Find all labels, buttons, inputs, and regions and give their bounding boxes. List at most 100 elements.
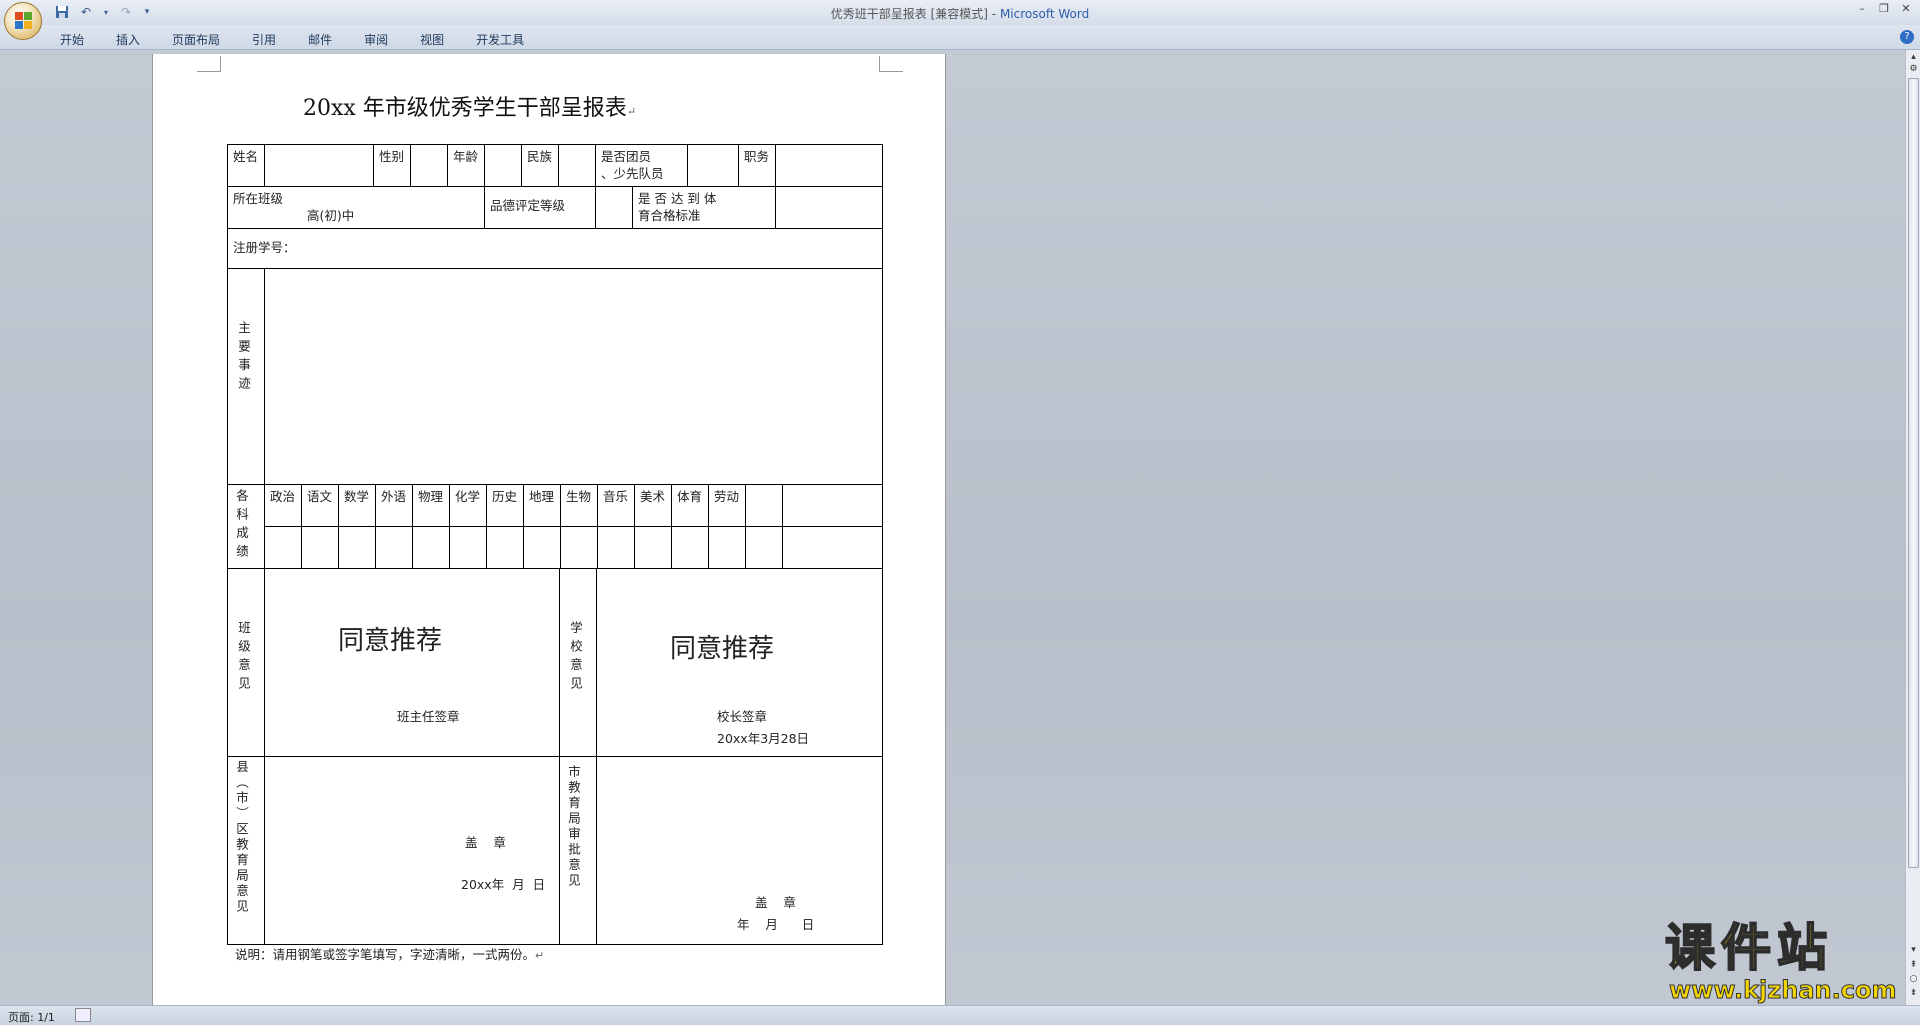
grade-value-cell[interactable] [375, 526, 413, 569]
name-label-cell: 姓名 [227, 144, 265, 187]
watermark-text: 课件站 [1664, 919, 1833, 977]
paragraph-mark: ↵ [626, 105, 637, 118]
school-opinion-cell[interactable]: 同意推荐 校长签章 20xx年3月28日 [596, 568, 883, 757]
registration-label: 注册学号： [233, 240, 296, 255]
class-opinion-cell[interactable]: 同意推荐 班主任签章 [264, 568, 560, 757]
tab-review[interactable]: 审阅 [354, 29, 398, 50]
city-opinion-date: 年 月 日 [737, 917, 815, 932]
school-opinion-label-cell: 学校意见 [559, 568, 597, 757]
macro-record-icon[interactable] [75, 1008, 91, 1022]
county-opinion-label: 县（市）区教育局意见 [234, 760, 249, 915]
age-value-cell[interactable] [484, 144, 522, 187]
close-button[interactable]: ✕ [1898, 2, 1914, 16]
moral-value-cell[interactable] [595, 186, 633, 229]
ruler-toggle-icon[interactable]: ⚙ [1908, 64, 1919, 75]
subject-header-cell: 数学 [338, 484, 376, 527]
tab-mailings[interactable]: 邮件 [298, 29, 342, 50]
grade-value-cell[interactable] [449, 526, 487, 569]
subject-label: 劳动 [714, 489, 740, 504]
class-teacher-sign-label: 班主任签章 [397, 709, 460, 724]
grade-value-cell[interactable] [412, 526, 450, 569]
class-opinion-text: 同意推荐 [338, 626, 443, 656]
subject-header-cell: 历史 [486, 484, 524, 527]
county-opinion-cell[interactable]: 盖 章 20xx年 月 日 [264, 756, 560, 945]
tab-developer[interactable]: 开发工具 [466, 29, 534, 50]
gender-label-cell: 性别 [373, 144, 411, 187]
grade-value-cell[interactable] [745, 526, 783, 569]
tab-page-layout[interactable]: 页面布局 [162, 29, 230, 50]
tab-insert[interactable]: 插入 [106, 29, 150, 50]
grade-value-cell[interactable] [338, 526, 376, 569]
gender-label: 性别 [379, 149, 405, 164]
help-icon[interactable]: ? [1900, 30, 1914, 44]
grade-value-cell[interactable] [782, 526, 883, 569]
prev-page-icon[interactable]: ⇞ [1908, 960, 1919, 971]
gender-value-cell[interactable] [410, 144, 448, 187]
status-bar: 页面: 1/1 [0, 1005, 1920, 1025]
form-note-text: 说明：请用钢笔或签字笔填写，字迹清晰，一式两份。 [235, 947, 536, 962]
grade-value-cell[interactable] [301, 526, 339, 569]
grade-value-cell[interactable] [486, 526, 524, 569]
grade-value-cell[interactable] [523, 526, 561, 569]
subject-header-cell: 语文 [301, 484, 339, 527]
county-seal-label: 盖 章 [465, 835, 506, 850]
position-value-cell[interactable] [775, 144, 883, 187]
minimize-button[interactable]: – [1854, 2, 1870, 16]
subject-header-cell: 美术 [634, 484, 672, 527]
app-name: Microsoft Word [999, 7, 1090, 21]
scrollbar-thumb[interactable] [1908, 78, 1919, 868]
title-separator: - [987, 7, 1000, 21]
pe-value-cell[interactable] [775, 186, 883, 229]
browse-object-icon[interactable]: ○ [1908, 974, 1919, 985]
scroll-up-icon[interactable]: ▴ [1908, 52, 1919, 63]
ribbon-tabs: 开始 插入 页面布局 引用 邮件 审阅 视图 开发工具 [50, 29, 546, 50]
next-page-icon[interactable]: ⇟ [1908, 988, 1919, 999]
grade-value-cell[interactable] [708, 526, 746, 569]
grade-value-cell[interactable] [634, 526, 672, 569]
subject-header-cell: 音乐 [597, 484, 635, 527]
city-seal-label: 盖 章 [755, 895, 796, 910]
subject-label: 政治 [270, 489, 296, 504]
subject-header-cell [745, 484, 783, 527]
member-value-cell[interactable] [687, 144, 739, 187]
tab-view[interactable]: 视图 [410, 29, 454, 50]
tab-home[interactable]: 开始 [50, 29, 94, 50]
achievements-label: 主要事迹 [236, 321, 251, 395]
class-opinion-label: 班级意见 [236, 621, 251, 695]
registration-cell[interactable]: 注册学号： [227, 228, 883, 269]
ethnic-label: 民族 [527, 149, 553, 164]
subject-label: 历史 [492, 489, 518, 504]
office-button[interactable] [4, 2, 42, 40]
restore-button[interactable]: ❐ [1876, 2, 1892, 16]
grade-value-cell[interactable] [560, 526, 598, 569]
subject-label: 物理 [418, 489, 444, 504]
tab-references[interactable]: 引用 [242, 29, 286, 50]
scroll-down-icon[interactable]: ▾ [1908, 945, 1919, 956]
document-page[interactable]: 20xx 年市级优秀学生干部呈报表↵ 姓名 性别 年龄 民族 是否团员 、少先队员… [152, 54, 946, 1005]
grade-value-cell[interactable] [597, 526, 635, 569]
office-logo-icon [15, 12, 33, 30]
city-opinion-cell[interactable]: 盖 章 年 月 日 [596, 756, 883, 945]
subject-header-cell: 政治 [264, 484, 302, 527]
grade-value-cell[interactable] [671, 526, 709, 569]
form-note: 说明：请用钢笔或签字笔填写，字迹清晰，一式两份。↵ [235, 944, 544, 963]
ribbon: 开始 插入 页面布局 引用 邮件 审阅 视图 开发工具 ? [0, 25, 1920, 50]
page-count[interactable]: 页面: 1/1 [8, 1009, 55, 1025]
subject-label: 外语 [381, 489, 407, 504]
subject-header-cell: 物理 [412, 484, 450, 527]
crop-mark-right [879, 56, 903, 72]
subject-label: 数学 [344, 489, 370, 504]
watermark-logo: 课件站 www.kjzhan.com [1664, 919, 1905, 1005]
achievements-content-cell[interactable] [264, 268, 883, 485]
name-value-cell[interactable] [264, 144, 374, 187]
subject-label: 体育 [677, 489, 703, 504]
grades-label: 各科成绩 [234, 489, 249, 563]
ethnic-value-cell[interactable] [558, 144, 596, 187]
vertical-scrollbar[interactable]: ▴ ⚙ ▾ ⇞ ○ ⇟ [1905, 50, 1920, 1005]
member-label-cell: 是否团员 、少先队员 [595, 144, 688, 187]
subject-header-cell [782, 484, 883, 527]
form-title-text: 20xx 年市级优秀学生干部呈报表 [303, 96, 627, 121]
subject-header-cell: 地理 [523, 484, 561, 527]
grade-value-cell[interactable] [264, 526, 302, 569]
principal-sign-label: 校长签章 [717, 709, 768, 724]
